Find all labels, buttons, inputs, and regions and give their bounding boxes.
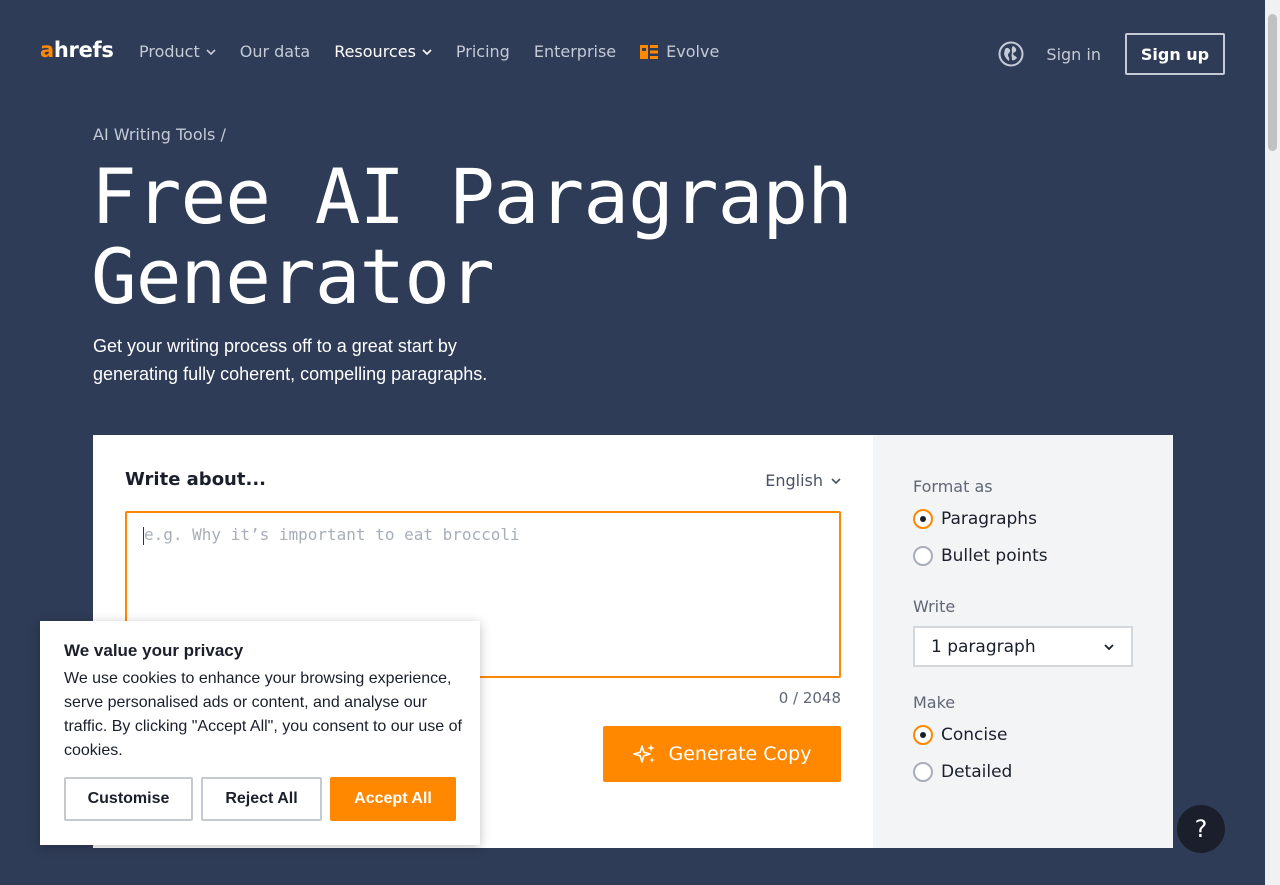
sign-up-button[interactable]: Sign up <box>1125 33 1225 75</box>
ahrefs-logo[interactable]: ahrefs <box>40 38 114 62</box>
reject-all-button[interactable]: Reject All <box>201 777 322 821</box>
write-about-label: Write about... <box>125 469 266 490</box>
language-select[interactable]: English <box>765 471 841 490</box>
chevron-down-icon <box>206 48 216 55</box>
make-label: Make <box>913 693 956 712</box>
nav-evolve-label: Evolve <box>666 42 720 61</box>
nav-product[interactable]: Product <box>139 42 216 61</box>
radio-unselected[interactable] <box>913 762 933 782</box>
nav-resources-label: Resources <box>334 42 416 61</box>
language-select-value: English <box>765 471 823 490</box>
paragraph-count-value: 1 paragraph <box>931 636 1036 657</box>
page-title-line-2: Generator <box>91 232 495 321</box>
format-option-bullet-points-label: Bullet points <box>941 546 1048 566</box>
page-scrollbar[interactable] <box>1265 0 1280 885</box>
nav-our-data[interactable]: Our data <box>240 42 310 61</box>
logo-text: hrefs <box>53 38 114 62</box>
nav-resources[interactable]: Resources <box>334 42 432 61</box>
radio-selected[interactable] <box>913 509 933 529</box>
page-subtitle: Get your writing process off to a great … <box>93 332 563 388</box>
breadcrumb[interactable]: AI Writing Tools / <box>93 125 226 144</box>
cookie-consent-banner: We value your privacy We use cookies to … <box>40 621 480 845</box>
page-title-line-1: Free AI Paragraph <box>91 152 853 241</box>
character-counter: 0 / 2048 <box>778 689 841 707</box>
chevron-down-icon <box>831 477 841 484</box>
nav-pricing-label: Pricing <box>455 42 510 61</box>
generate-copy-button[interactable]: Generate Copy <box>603 726 841 782</box>
sign-in-link[interactable]: Sign in <box>1046 45 1101 64</box>
nav-our-data-label: Our data <box>239 42 311 61</box>
logo-accent-letter: a <box>40 38 54 62</box>
sparkle-icon <box>632 744 655 763</box>
page-title: Free AI Paragraph Generator <box>91 157 991 317</box>
header-actions: Sign in Sign up <box>998 33 1225 75</box>
globe-icon[interactable] <box>998 41 1024 67</box>
help-button[interactable]: ? <box>1177 805 1225 853</box>
radio-selected[interactable] <box>913 725 933 745</box>
make-option-detailed[interactable]: Detailed <box>913 762 1012 782</box>
options-sidebar: Format as Paragraphs Bullet points Write… <box>873 435 1173 848</box>
accept-all-button[interactable]: Accept All <box>330 777 456 821</box>
make-option-concise[interactable]: Concise <box>913 725 1007 745</box>
nav-pricing[interactable]: Pricing <box>456 42 510 61</box>
format-label: Format as <box>913 477 993 496</box>
site-header: ahrefs Product Our data Resources Pricin… <box>0 0 1265 108</box>
radio-unselected[interactable] <box>913 546 933 566</box>
paragraph-count-select[interactable]: 1 paragraph <box>913 626 1133 667</box>
chevron-down-icon <box>1104 643 1114 650</box>
evolve-icon <box>640 44 659 59</box>
cookie-title: We value your privacy <box>64 641 244 660</box>
page-subtitle-line-2: generating fully coherent, compelling pa… <box>93 364 488 384</box>
main-nav: Product Our data Resources Pricing Enter… <box>139 42 743 61</box>
customise-button[interactable]: Customise <box>64 777 193 821</box>
page-subtitle-line-1: Get your writing process off to a great … <box>93 336 457 356</box>
cookie-description: We use cookies to enhance your browsing … <box>64 670 462 759</box>
chevron-down-icon <box>422 48 432 55</box>
format-option-paragraphs-label: Paragraphs <box>941 509 1037 529</box>
format-option-bullet-points[interactable]: Bullet points <box>913 546 1048 566</box>
nav-enterprise-label: Enterprise <box>533 42 617 61</box>
make-option-detailed-label: Detailed <box>941 762 1013 782</box>
nav-product-label: Product <box>139 42 200 61</box>
make-option-concise-label: Concise <box>941 725 1008 745</box>
write-label: Write <box>913 597 956 616</box>
topic-input-placeholder: e.g. Why it’s important to eat broccoli <box>144 525 520 544</box>
scrollbar-thumb[interactable] <box>1268 14 1277 151</box>
nav-enterprise[interactable]: Enterprise <box>534 42 616 61</box>
generate-copy-label: Generate Copy <box>668 743 812 765</box>
format-option-paragraphs[interactable]: Paragraphs <box>913 509 1037 529</box>
nav-evolve[interactable]: Evolve <box>640 42 719 61</box>
